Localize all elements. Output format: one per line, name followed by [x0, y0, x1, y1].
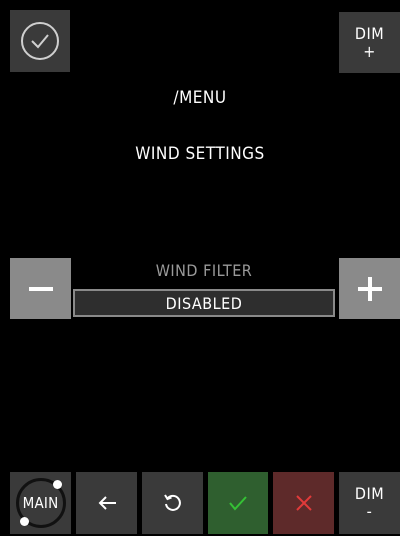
increase-button[interactable] — [339, 258, 400, 319]
dim-decrease-button[interactable]: DIM - — [339, 472, 400, 534]
main-button[interactable]: MAIN — [10, 472, 71, 534]
minus-icon — [28, 286, 53, 291]
setting-value: DISABLED — [73, 289, 335, 317]
main-ring-icon: MAIN — [15, 478, 66, 528]
breadcrumb: /MENU — [173, 88, 227, 108]
cancel-button[interactable] — [273, 472, 334, 534]
dim-increase-button[interactable]: DIM + — [339, 12, 400, 73]
arrow-left-icon — [98, 496, 116, 510]
setting-label: WIND FILTER — [155, 261, 253, 280]
check-circle-icon — [21, 22, 59, 60]
decrease-button[interactable] — [10, 258, 71, 319]
confirm-status-button[interactable] — [10, 10, 70, 72]
reset-button[interactable] — [142, 472, 203, 534]
page-title: WIND SETTINGS — [135, 144, 265, 164]
back-button[interactable] — [76, 472, 137, 534]
rotate-ccw-icon — [163, 494, 181, 511]
dim-minus-sign: - — [366, 502, 373, 521]
close-icon — [295, 495, 312, 511]
dim-label: DIM — [354, 23, 385, 43]
ring-dot-icon — [52, 480, 62, 489]
dim-plus-sign: + — [363, 41, 376, 61]
accept-button[interactable] — [208, 472, 268, 534]
plus-icon — [357, 276, 382, 301]
main-label: MAIN — [22, 494, 59, 512]
dim-label: DIM — [354, 484, 385, 503]
ring-dot-icon — [19, 517, 29, 526]
check-icon — [229, 496, 247, 511]
